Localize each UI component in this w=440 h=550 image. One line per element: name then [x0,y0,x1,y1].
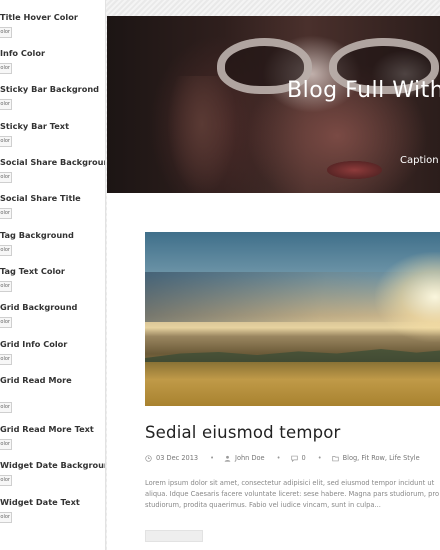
option-label: Title Hover Color [0,12,78,22]
color-picker-button[interactable]: olor [0,354,12,365]
customizer-panel: Title Hover Color olor Info Color olor S… [0,0,106,550]
color-picker-button[interactable]: olor [0,136,12,147]
option-label: Social Share Title [0,193,81,203]
color-picker-button[interactable]: olor [0,475,12,486]
option-label: Grid Background [0,302,78,312]
excerpt-line: aliqua. Idque Caesaris facere voluntate … [145,490,440,498]
color-picker-button[interactable]: olor [0,317,12,328]
read-more-button[interactable] [145,530,203,542]
clock-icon [145,454,152,462]
image-sun-glow [375,252,440,342]
color-picker-button[interactable]: olor [0,172,12,183]
option-label: Tag Text Color [0,266,65,276]
hero-banner: Blog Full With Caption p [107,16,440,193]
color-picker-button[interactable]: olor [0,63,12,74]
post-excerpt: Lorem ipsum dolor sit amet, consectetur … [145,478,440,511]
post-date: 03 Dec 2013 [156,454,199,462]
excerpt-line: Lorem ipsum dolor sit amet, consectetur … [145,479,435,487]
option-label: Sticky Bar Text [0,121,70,131]
option-label: Grid Info Color [0,339,68,349]
user-icon [224,455,231,462]
option-label: Info Color [0,48,46,58]
blog-main: Sedial eiusmod tempor 03 Dec 2013 • John… [107,193,440,550]
post-title[interactable]: Sedial eiusmod tempor [145,423,341,442]
option-label: Widget Date Background [0,460,106,470]
color-picker-button[interactable]: olor [0,281,12,292]
post-categories[interactable]: Blog, Fit Row, Life Style [343,454,420,462]
option-label: Tag Background [0,230,74,240]
option-label: Grid Read More [0,375,72,385]
post-author[interactable]: John Doe [235,454,265,462]
option-label: Widget Date Text [0,497,80,507]
hero-photo-hand [167,76,237,193]
image-field [145,362,440,406]
excerpt-line: studiorum, prodita quaerimus. Fabio vel … [145,501,381,509]
post-meta: 03 Dec 2013 • John Doe • 0 • Blog, Fit R… [145,453,420,463]
hero-photo-mouth [327,161,382,179]
option-label: Grid Read More Text [0,424,94,434]
option-label: Social Share Background [0,157,106,167]
meta-separator: • [276,454,281,462]
color-picker-button[interactable]: olor [0,99,12,110]
comment-icon [290,455,298,462]
post-featured-image[interactable] [145,232,440,406]
folder-icon [331,455,339,461]
color-picker-button[interactable]: olor [0,27,12,38]
color-picker-button[interactable]: olor [0,402,12,413]
color-picker-button[interactable]: olor [0,208,12,219]
post-comments-count[interactable]: 0 [302,454,306,462]
color-picker-button[interactable]: olor [0,439,12,450]
option-label: Sticky Bar Backgrond [0,84,100,94]
color-picker-button[interactable]: olor [0,512,12,523]
color-picker-button[interactable]: olor [0,245,12,256]
hero-title: Blog Full With [287,78,440,103]
meta-separator: • [317,454,322,462]
meta-separator: • [210,454,215,462]
hero-caption: Caption p [400,155,440,166]
